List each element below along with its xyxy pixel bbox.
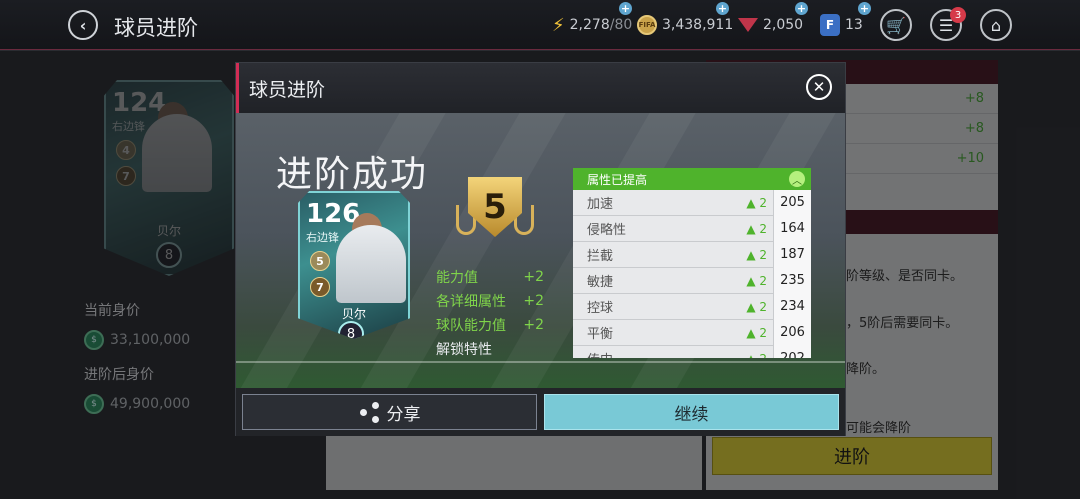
add-coins-icon[interactable]: + (716, 2, 729, 15)
continue-button[interactable]: 继续 (544, 394, 839, 430)
gain-row: 各详细属性 +2 (436, 293, 544, 310)
stat-row: 侵略性 ▲ 2 164 (573, 215, 811, 242)
gain-row: 能力值 +2 (436, 269, 544, 286)
share-icon (359, 401, 381, 423)
home-icon[interactable]: ⌂ (980, 9, 1012, 41)
stat-row: 传中▲ 2202 (573, 345, 811, 358)
task-list-icon[interactable]: ☰ 3 (930, 7, 966, 41)
improved-stats-list[interactable]: 属性已提高 ︿ 加速 ▲ 2 205 侵略性 ▲ 2 164 拦截 ▲ 2 187 敏捷 ▲ … (573, 168, 811, 358)
fifa-points-icon: F (820, 14, 840, 36)
dialog-scene: 进阶成功 126 右边锋 5 7 贝尔 8 5 能力值 +2 各详细属性 +2 球队… (236, 113, 845, 388)
upgrade-success-dialog: 球员进阶 ✕ 进阶成功 126 右边锋 5 7 贝尔 8 5 能力值 +2 各详细… (235, 62, 846, 436)
add-gems-icon[interactable]: + (795, 2, 808, 15)
lightning-icon: ⚡ (552, 14, 565, 36)
tier-shield-icon: 5 (456, 175, 534, 241)
unlock-traits-label: 解锁特性 (436, 342, 492, 358)
shopping-cart-icon[interactable]: 🛒 (880, 9, 912, 41)
add-points-icon[interactable]: + (858, 2, 871, 15)
share-button[interactable]: 分享 (242, 394, 537, 430)
close-icon[interactable]: ✕ (806, 74, 832, 100)
top-bar: ‹ 球员进阶 ⚡ 2,278/80 + FIFA 3,438,911 + 2,0… (0, 0, 1080, 50)
dialog-footer: 分享 继续 (236, 388, 845, 436)
stat-row: 控球 ▲ 2 234 (573, 293, 811, 320)
gem-icon (738, 18, 758, 32)
chevron-up-icon: ︿ (789, 171, 805, 187)
gains-list: 能力值 +2 各详细属性 +2 球队能力值 +2 解锁特性 (436, 265, 544, 361)
coin-icon: FIFA (637, 15, 657, 35)
dialog-title: 球员进阶 (236, 63, 845, 113)
stat-row: 拦截 ▲ 2 187 (573, 241, 811, 268)
success-headline: 进阶成功 (276, 154, 429, 195)
stat-row: 加速 ▲ 2 205 (573, 189, 811, 216)
gain-row: 球队能力值 +2 (436, 317, 544, 334)
notification-badge: 3 (950, 7, 966, 23)
back-arrow-icon[interactable]: ‹ (68, 10, 98, 40)
page-title: 球员进阶 (114, 16, 198, 40)
stat-row: 平衡 ▲ 2 206 (573, 319, 811, 346)
fifa-points-counter: F 13 (820, 0, 863, 50)
stat-row: 敏捷 ▲ 2 235 (573, 267, 811, 294)
gems-counter: 2,050 (738, 0, 803, 50)
upgraded-player-card: 126 右边锋 5 7 贝尔 8 (298, 191, 410, 339)
add-energy-icon[interactable]: + (619, 2, 632, 15)
stats-header: 属性已提高 ︿ (573, 168, 811, 190)
player-image (336, 225, 406, 303)
